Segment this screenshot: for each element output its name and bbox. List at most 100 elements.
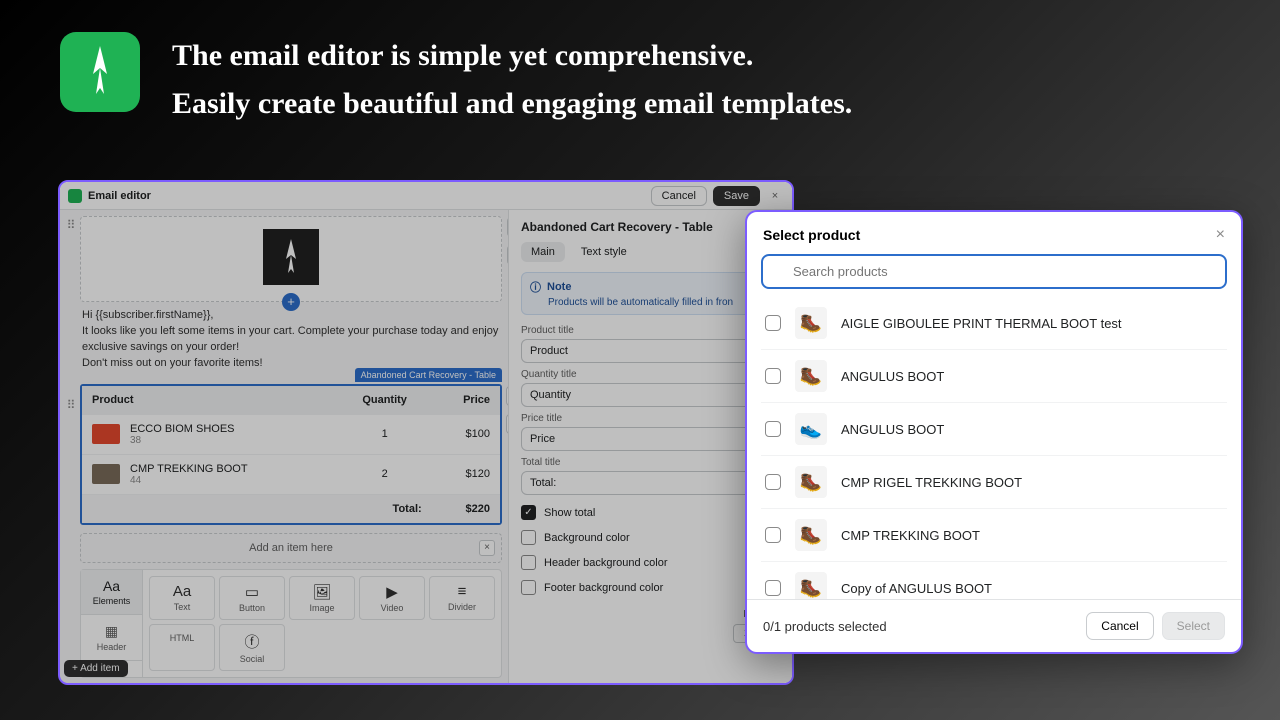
total-label: Total: [338,494,432,523]
product-variant: 38 [130,435,235,446]
checkbox-header-bg[interactable] [521,555,536,570]
text-icon: Aa [152,583,212,600]
tab-text-style[interactable]: Text style [571,242,637,262]
table-row: CMP TREKKING BOOT44 2$120 [82,454,500,494]
product-thumb: 🥾 [795,519,827,551]
social-icon: ⓕ [222,631,282,652]
promo-line2: Easily create beautiful and engaging ema… [172,80,852,128]
checkbox[interactable] [765,527,781,543]
product-row[interactable]: 🥾 AIGLE GIBOULEE PRINT THERMAL BOOT test [761,297,1227,350]
element-video[interactable]: ▶Video [359,576,425,620]
product-price: $120 [432,454,500,494]
element-html[interactable]: HTML [149,624,215,671]
greeting-line2: It looks like you left some items in you… [82,324,500,356]
drag-handle-icon[interactable]: ⠿ [64,398,78,412]
product-thumb: 👟 [795,413,827,445]
image-icon: 🖼 [292,583,352,601]
col-product: Product [82,386,338,415]
checkbox[interactable] [765,580,781,596]
col-quantity: Quantity [338,386,432,415]
selection-count: 0/1 products selected [763,619,1078,634]
product-name: CMP TREKKING BOOT [130,463,248,475]
element-divider[interactable]: ≡Divider [429,576,495,620]
duplicate-icon[interactable]: ⧉ [507,217,508,237]
element-button[interactable]: ▭Button [219,576,285,620]
element-text[interactable]: AaText [149,576,215,620]
tab-main[interactable]: Main [521,242,565,262]
elements-panel: AaElements ▦Header AaText▭Button🖼Image▶V… [80,569,502,678]
app-logo [60,32,140,112]
cart-table: Product Quantity Price ECCO BIOM SHOES38… [82,386,500,523]
product-name: ANGULUS BOOT [841,369,944,384]
input-qty-title[interactable] [521,383,780,407]
product-variant: 44 [130,475,248,486]
search-input[interactable] [761,254,1227,289]
select-button[interactable]: Select [1162,612,1225,640]
cart-table-block[interactable]: ⧉ 🗑 Abandoned Cart Recovery - Table Prod… [80,384,502,525]
block-type-tag: Abandoned Cart Recovery - Table [355,368,502,382]
product-name: Copy of ANGULUS BOOT [841,581,992,596]
product-name: ECCO BIOM SHOES [130,423,235,435]
product-thumb: 🥾 [795,466,827,498]
product-qty: 2 [338,454,432,494]
label-qty-title: Quantity title [521,369,780,380]
cancel-button[interactable]: Cancel [1086,612,1153,640]
drag-handle-icon[interactable]: ⠿ [64,218,78,232]
delete-icon[interactable]: 🗑 [507,245,508,265]
product-name: CMP TREKKING BOOT [841,528,980,543]
product-name: CMP RIGEL TREKKING BOOT [841,475,1022,490]
checkbox[interactable] [765,421,781,437]
table-row: ECCO BIOM SHOES381$100 [82,414,500,454]
input-total-title[interactable] [521,471,780,495]
email-editor-window: Email editor Cancel Save × ⠿ ⧉ 🗑 + H [58,180,794,685]
add-item-dropzone[interactable]: Add an item here × [80,533,502,563]
product-row[interactable]: 🥾 ANGULUS BOOT [761,350,1227,403]
add-block-icon[interactable]: + [282,293,300,311]
close-icon[interactable]: × [1216,226,1225,244]
product-row[interactable]: 🥾Copy of ANGULUS BOOT [761,562,1227,599]
label-footer-bg: Footer background color [544,582,663,594]
checkbox-bg-color[interactable] [521,530,536,545]
logo-block[interactable]: ⧉ 🗑 + [80,216,502,302]
cancel-button[interactable]: Cancel [651,186,707,206]
save-button[interactable]: Save [713,186,760,206]
editor-title: Email editor [88,190,151,202]
delete-icon[interactable]: 🗑 [506,414,508,434]
tab-elements[interactable]: AaElements [81,570,142,615]
close-icon[interactable]: × [766,190,784,202]
greeting-text[interactable]: Hi {{subscriber.firstName}}, It looks li… [80,302,502,378]
close-icon[interactable]: × [479,540,495,556]
checkbox[interactable] [765,315,781,331]
product-thumb [92,424,120,444]
video-icon: ▶ [362,583,422,601]
product-row[interactable]: 🥾 CMP TREKKING BOOT [761,509,1227,562]
label-price-title: Price title [521,413,780,424]
checkbox[interactable] [765,474,781,490]
product-row[interactable]: 👟 ANGULUS BOOT [761,403,1227,456]
checkbox-footer-bg[interactable] [521,580,536,595]
product-list[interactable]: 🥾AIGLE GIBOULEE PRINT THERMAL BOOT test🥾… [747,297,1241,599]
note-title: Note [547,281,571,293]
tab-header[interactable]: ▦Header [81,615,142,661]
total-value: $220 [432,494,500,523]
canvas-column: ⠿ ⧉ 🗑 + Hi {{subscriber.firstName}}, It … [60,210,508,683]
divider-icon: ≡ [432,583,492,600]
product-name: AIGLE GIBOULEE PRINT THERMAL BOOT test [841,316,1122,331]
input-price-title[interactable] [521,427,780,451]
add-item-button[interactable]: + Add item [64,660,128,677]
checkbox-show-total[interactable]: ✓ [521,505,536,520]
promo-text: The email editor is simple yet comprehen… [172,32,852,128]
checkbox[interactable] [765,368,781,384]
product-row[interactable]: 🥾 CMP RIGEL TREKKING BOOT [761,456,1227,509]
product-thumb: 🥾 [795,307,827,339]
input-product-title[interactable] [521,339,780,363]
col-price: Price [432,386,500,415]
element-social[interactable]: ⓕSocial [219,624,285,671]
product-thumb: 🥾 [795,360,827,392]
promo-banner: The email editor is simple yet comprehen… [60,32,852,128]
product-name: ANGULUS BOOT [841,422,944,437]
element-image[interactable]: 🖼Image [289,576,355,620]
info-icon: ⓘ [530,279,541,295]
duplicate-icon[interactable]: ⧉ [506,386,508,406]
note-desc: Products will be automatically filled in… [530,297,771,308]
